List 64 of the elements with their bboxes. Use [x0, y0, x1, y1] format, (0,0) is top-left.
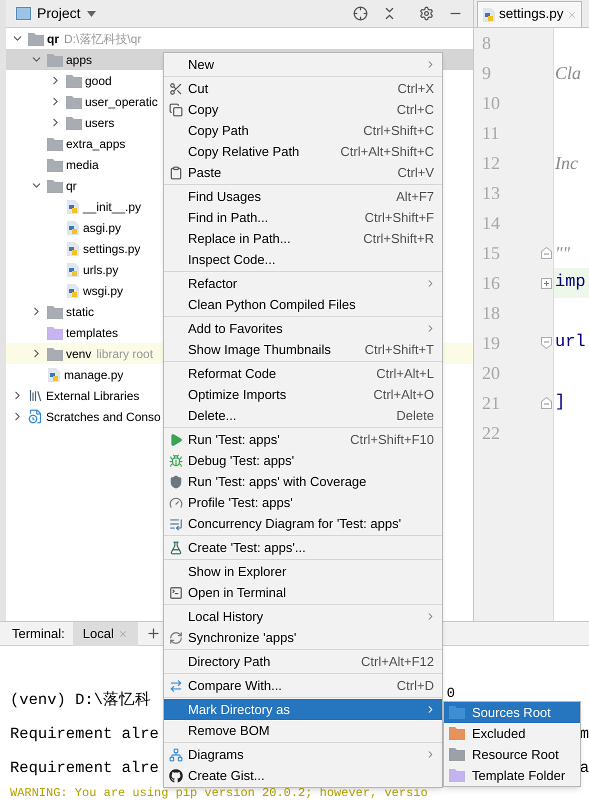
line-number: 20	[482, 362, 500, 384]
code-text: Inc	[555, 152, 578, 174]
shortcut-text: Ctrl+Alt+F12	[361, 652, 434, 671]
terminal-label: Terminal:	[12, 624, 65, 643]
tree-item-label: apps	[66, 52, 92, 68]
tree-item-label: extra_apps	[66, 136, 126, 152]
shortcut-text: Delete	[396, 406, 434, 425]
shortcut-text: Ctrl+Shift+T	[364, 340, 434, 359]
line-number: 15	[482, 242, 500, 264]
line-number: 21	[482, 392, 500, 414]
code-text: Cla	[555, 62, 582, 84]
code-text: ]	[555, 392, 566, 414]
line-number: 10	[482, 92, 500, 114]
tree-item-hint: library root	[96, 346, 154, 362]
tree-item-label: media	[66, 156, 99, 174]
terminal-line: a	[580, 758, 589, 780]
line-number: 19	[482, 332, 500, 354]
terminal-line: WARNING: You are using pip version 20.0.2; however, versio	[10, 786, 428, 800]
tree-item-label: venv	[66, 346, 92, 362]
tree-item-label: External Libraries	[46, 388, 140, 404]
code-text: imp	[555, 272, 586, 294]
tree-item-label: static	[66, 304, 94, 320]
tree-item-label: good	[85, 72, 112, 90]
shortcut-text: Ctrl+X	[398, 80, 434, 98]
code-text: url	[555, 332, 586, 354]
shortcut-text: Ctrl+D	[396, 676, 434, 695]
shortcut-text: Ctrl+Shift+F	[364, 208, 434, 227]
line-number: 12	[482, 152, 500, 174]
terminal-line: (venv) D:\落忆科	[10, 690, 152, 712]
line-number: 13	[482, 182, 500, 204]
tree-item-label: users	[85, 114, 114, 132]
tree-item-label: asgi.py	[83, 220, 122, 236]
line-number: 22	[482, 422, 500, 444]
line-number: 8	[482, 32, 491, 54]
terminal-line: 0	[446, 684, 455, 704]
line-number: 16	[482, 272, 500, 294]
tree-item-label: __init__.py	[83, 198, 142, 216]
tree-item-label: urls.py	[83, 262, 118, 278]
terminal-line: Requirement alre	[10, 724, 159, 746]
tree-item-label: qr	[66, 178, 77, 194]
tree-item-label: Scratches and Conso	[46, 408, 161, 426]
tree-item-label: wsgi.py	[83, 282, 124, 300]
shortcut-text: Ctrl+Shift+F10	[350, 430, 434, 449]
tree-item-label: user_operatic	[85, 94, 158, 110]
tab-label: settings.py	[499, 5, 564, 24]
shortcut-text: Ctrl+Shift+C	[363, 122, 434, 140]
shortcut-text: Ctrl+Alt+L	[376, 364, 434, 383]
shortcut-text: Ctrl+Alt+Shift+C	[340, 142, 434, 161]
tree-item-label: manage.py	[64, 366, 124, 384]
shortcut-text: Ctrl+Shift+R	[363, 230, 434, 248]
shortcut-text: Alt+F7	[396, 188, 434, 206]
line-number: 14	[482, 212, 500, 234]
code-text: ""	[555, 242, 570, 264]
tree-item-label: templates	[66, 324, 118, 342]
line-number: 9	[482, 62, 491, 84]
terminal-line: Requirement alre	[10, 758, 159, 780]
tree-item-label: qr	[47, 30, 59, 48]
tree-item-label: settings.py	[83, 240, 140, 258]
line-number: 18	[482, 302, 500, 324]
shortcut-text: Ctrl+Alt+O	[373, 386, 434, 404]
tree-item-hint: D:\落忆科技\qr	[64, 30, 142, 48]
line-number: 11	[482, 122, 500, 144]
shortcut-text: Ctrl+V	[398, 164, 434, 182]
shortcut-text: Ctrl+C	[396, 100, 434, 119]
